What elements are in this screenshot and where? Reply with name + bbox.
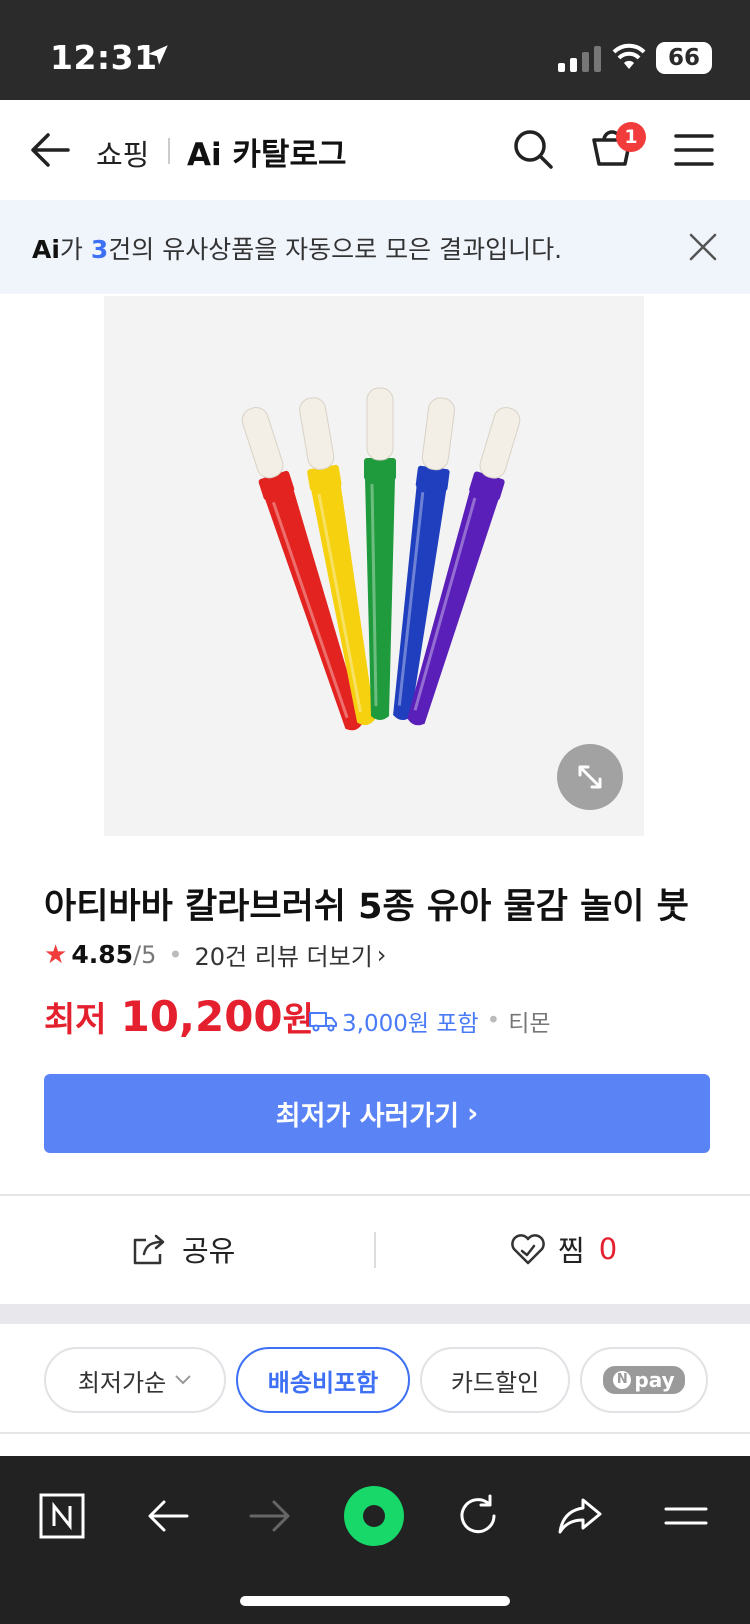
status-bar: 12:31 66 (0, 0, 750, 100)
browser-forward-button[interactable] (238, 1484, 302, 1548)
buy-button-label: 최저가 사러가기 (275, 1101, 460, 1132)
app-header: 쇼핑 Ai 카탈로그 1 (0, 100, 750, 200)
card-chip-label: 카드할인 (450, 1368, 540, 1397)
rating-row: ★ 4.85 /5 • 20건 리뷰 더보기 › (44, 937, 386, 972)
chevron-down-icon (175, 1375, 191, 1385)
menu-icon (664, 1507, 708, 1525)
buy-lowest-price-button[interactable]: 최저가 사러가기 › (44, 1074, 710, 1153)
separator-dot: • (486, 1008, 501, 1034)
sort-lowest-chip[interactable]: 최저가순 (44, 1347, 226, 1413)
page-title: Ai 카탈로그 (187, 137, 347, 173)
price-value: 10,200 (120, 992, 283, 1041)
product-image[interactable] (104, 296, 644, 836)
product-title: 아티바바 칼라브러쉬 5종 유아 물감 놀이 붓 (44, 887, 689, 927)
status-time: 12:31 (50, 38, 158, 77)
green-dot-button[interactable] (344, 1486, 404, 1546)
card-discount-chip[interactable]: 카드할인 (420, 1347, 570, 1413)
truck-icon (309, 1012, 337, 1032)
forward-share-icon (558, 1498, 602, 1534)
expand-icon (578, 765, 602, 789)
chevron-right-icon: › (376, 940, 387, 969)
sort-chip-label: 최저가순 (77, 1368, 167, 1397)
shipping-text: 3,000원 포함 (342, 1011, 479, 1037)
shipping-info: 3,000원 포함 • 티몬 (308, 1004, 551, 1038)
share-button[interactable]: 공유 (132, 1228, 235, 1270)
arrow-right-icon (249, 1500, 290, 1532)
shipping-chip-label: 배송비포함 (267, 1368, 379, 1397)
section-band (0, 1304, 750, 1324)
arrow-left-icon (148, 1500, 189, 1532)
share-page-button[interactable] (548, 1484, 612, 1548)
notice-count: 3 (90, 235, 109, 264)
filter-chips: 최저가순 배송비포함 카드할인 Npay (44, 1347, 708, 1413)
browser-back-button[interactable] (136, 1484, 200, 1548)
cart-button[interactable]: 1 (590, 122, 646, 174)
back-arrow-icon[interactable] (30, 130, 70, 170)
seller-name: 티몬 (508, 1011, 551, 1037)
action-divider (374, 1232, 376, 1268)
share-icon (133, 1234, 165, 1265)
ai-notice-text: Ai가 3건의 유사상품을 자동으로 모은 결과입니다. (32, 230, 562, 266)
like-button[interactable]: 찜 0 (510, 1228, 617, 1270)
heart-icon (511, 1234, 545, 1265)
expand-image-button[interactable] (557, 744, 623, 810)
npay-logo: Npay (603, 1366, 685, 1394)
close-icon[interactable] (688, 232, 718, 262)
separator-dot: • (168, 940, 183, 969)
like-label: 찜 (558, 1234, 585, 1268)
header-divider (168, 138, 170, 164)
rating-score: 4.85 (71, 940, 133, 969)
naver-home-button[interactable] (30, 1484, 94, 1548)
brushes-illustration (241, 387, 521, 731)
cart-badge: 1 (616, 122, 646, 152)
ai-notice-banner: Ai가 3건의 유사상품을 자동으로 모은 결과입니다. (0, 200, 750, 294)
chevron-right-icon: › (467, 1098, 479, 1129)
ai-label: Ai (32, 235, 60, 264)
browser-toolbar (0, 1456, 750, 1624)
shipping-included-chip[interactable]: 배송비포함 (236, 1347, 410, 1413)
divider (0, 1194, 750, 1196)
review-link[interactable]: 20건 리뷰 더보기 (195, 937, 373, 972)
like-count: 0 (598, 1232, 618, 1266)
signal-icon (558, 46, 601, 72)
refresh-icon (460, 1494, 496, 1534)
wifi-icon (612, 43, 646, 69)
refresh-button[interactable] (446, 1484, 510, 1548)
rating-max: /5 (133, 940, 157, 969)
green-dot-icon (363, 1505, 385, 1527)
home-indicator (240, 1596, 510, 1606)
naver-n-icon (39, 1493, 85, 1539)
price-row: 최저 10,200 원 (44, 992, 314, 1041)
battery-indicator: 66 (656, 42, 712, 74)
hamburger-menu-icon[interactable] (674, 132, 714, 168)
browser-menu-button[interactable] (654, 1484, 718, 1548)
price-label: 최저 (44, 1000, 107, 1040)
search-icon[interactable] (512, 128, 554, 170)
divider (0, 1432, 750, 1434)
npay-chip[interactable]: Npay (580, 1347, 708, 1413)
share-label: 공유 (182, 1234, 236, 1268)
star-icon: ★ (44, 939, 68, 970)
notice-prefix: 가 (59, 235, 91, 264)
brush-3 (364, 387, 396, 720)
location-arrow-icon (148, 45, 168, 65)
notice-suffix: 건의 유사상품을 자동으로 모은 결과입니다. (108, 235, 563, 264)
shopping-link[interactable]: 쇼핑 (96, 132, 149, 174)
